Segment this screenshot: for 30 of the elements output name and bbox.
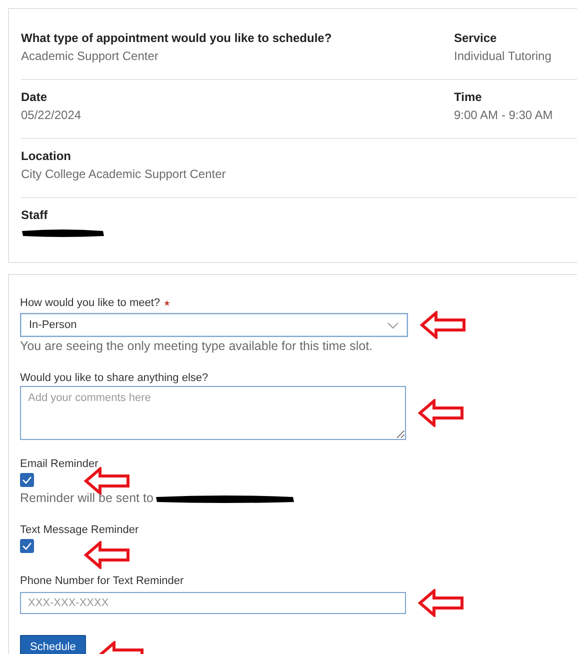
field-label: How would you like to meet? <box>20 297 160 309</box>
help-text: Reminder will be sent to <box>20 491 154 506</box>
meeting-select[interactable]: In-Person <box>20 313 408 337</box>
field-value: Individual Tutoring <box>454 49 552 63</box>
field-value: Academic Support Center <box>21 49 160 63</box>
field-label: Staff <box>21 208 49 222</box>
arrow-icon <box>420 311 466 339</box>
field-value: 9:00 AM - 9:30 AM <box>454 108 554 122</box>
checkbox[interactable] <box>20 473 34 487</box>
arrow-icon <box>418 399 464 427</box>
phone-field[interactable]: XXX-XXX-XXXX <box>20 592 406 614</box>
field-label: Time <box>454 90 483 104</box>
field-label: Date <box>21 90 48 104</box>
field-value: City College Academic Support Center <box>21 167 227 181</box>
chevron-down-icon <box>387 322 399 328</box>
help-text: You are seeing the only meeting type available for this time slot. <box>20 339 374 354</box>
schedule-button[interactable]: Schedule <box>20 635 86 654</box>
field-label: Phone Number for Text Reminder <box>20 575 184 587</box>
field-label: Would you like to share anything else? <box>20 372 208 384</box>
checkbox[interactable] <box>20 539 34 553</box>
field-label: Text Message Reminder <box>20 524 139 536</box>
field-label: Email Reminder <box>20 458 98 470</box>
comments-field[interactable]: Add your comments here <box>20 386 406 440</box>
field-label: Service <box>454 31 498 45</box>
field-label: Location <box>21 149 72 163</box>
arrow-icon <box>84 541 130 569</box>
field-label: What type of appointment would you like to schedule? <box>21 31 333 45</box>
field-value: 05/22/2024 <box>21 108 82 122</box>
arrow-icon <box>418 589 464 617</box>
arrow-icon <box>84 467 130 495</box>
